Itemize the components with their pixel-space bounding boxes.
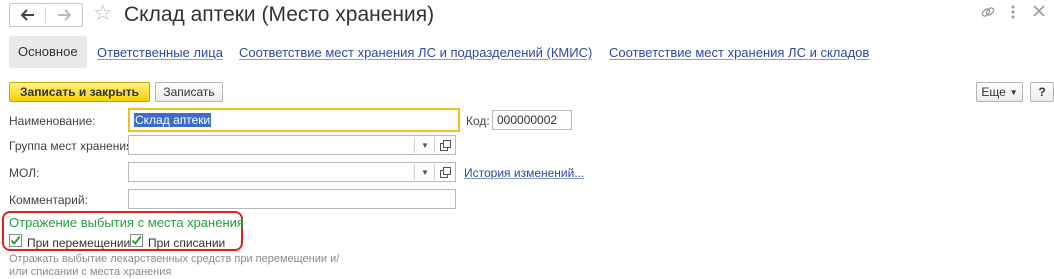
close-icon (1033, 5, 1045, 17)
chevron-down-icon: ▼ (421, 140, 429, 150)
write-off-group-title: Отражение выбытия с места хранения (9, 215, 244, 230)
comment-label: Комментарий: (9, 193, 88, 207)
back-button[interactable] (10, 4, 46, 26)
comment-field[interactable] (128, 189, 456, 209)
name-label: Наименование: (9, 114, 96, 128)
checkmark-icon (10, 235, 21, 246)
arrow-left-icon (21, 9, 34, 21)
name-field[interactable]: Склад аптеки (128, 108, 460, 132)
change-history-link[interactable]: История изменений... (464, 166, 584, 180)
field-separator (414, 137, 415, 153)
page-title: Склад аптеки (Место хранения) (124, 3, 435, 26)
mol-dropdown-button[interactable]: ▼ (417, 163, 433, 181)
storage-group-label: Группа мест хранения: (9, 139, 136, 153)
more-button-label: Еще (981, 85, 1006, 99)
close-button[interactable] (1032, 4, 1046, 22)
tab-main[interactable]: Основное (9, 36, 87, 68)
mol-open-button[interactable] (437, 163, 453, 181)
more-actions-button[interactable] (1010, 4, 1016, 24)
copy-link-button[interactable] (980, 4, 996, 24)
write-off-hint: Отражать выбытие лекарственных средств п… (9, 253, 340, 278)
storage-group-field[interactable]: ▼ (128, 135, 456, 155)
more-button[interactable]: Еще ▼ (976, 82, 1023, 102)
mol-field[interactable]: ▼ (128, 162, 456, 182)
checkmark-icon (131, 235, 142, 246)
favorite-button[interactable]: ☆ (93, 2, 113, 24)
save-and-close-button[interactable]: Записать и закрыть (9, 82, 150, 102)
link-icon (981, 7, 995, 17)
forward-button[interactable] (46, 4, 82, 26)
star-icon: ☆ (93, 0, 113, 25)
field-separator (434, 164, 435, 180)
transfer-checkbox[interactable] (9, 234, 22, 247)
save-button[interactable]: Записать (155, 82, 223, 102)
writeoff-checkbox-label[interactable]: При списании (148, 236, 225, 250)
navigation-buttons (9, 3, 83, 27)
code-label: Код: (466, 114, 490, 128)
chevron-down-icon: ▼ (421, 167, 429, 177)
storage-group-dropdown-button[interactable]: ▼ (417, 136, 433, 154)
transfer-checkbox-label[interactable]: При перемещении (27, 236, 130, 250)
chevron-down-icon: ▼ (1009, 87, 1018, 97)
tab-responsible-persons[interactable]: Ответственные лица (97, 45, 223, 61)
storage-group-open-button[interactable] (437, 136, 453, 154)
field-separator (414, 164, 415, 180)
help-button[interactable]: ? (1030, 82, 1054, 102)
writeoff-checkbox[interactable] (130, 234, 143, 247)
tab-storage-warehouses[interactable]: Соответствие мест хранения ЛС и складов (609, 45, 869, 61)
arrow-right-icon (58, 9, 71, 21)
field-separator (434, 137, 435, 153)
open-window-icon (439, 139, 451, 151)
code-field[interactable] (492, 110, 572, 130)
open-window-icon (439, 166, 451, 178)
more-vertical-icon (1011, 5, 1015, 19)
tab-storage-departments-kmis[interactable]: Соответствие мест хранения ЛС и подразде… (239, 45, 592, 61)
name-field-value: Склад аптеки (134, 113, 212, 127)
mol-label: МОЛ: (9, 166, 40, 180)
